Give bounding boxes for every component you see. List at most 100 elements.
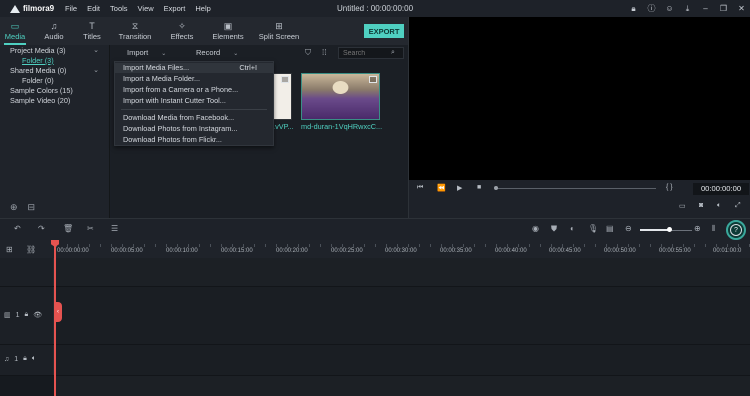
voiceover-icon[interactable]: 🎙︎ (588, 224, 598, 233)
record-dropdown[interactable]: Record ⌄ (196, 48, 238, 57)
zoom-out-icon[interactable]: ⊖ (625, 224, 632, 233)
menu-bar: File Edit Tools View Export Help (65, 4, 221, 13)
volume-icon[interactable]: 🔈︎ (717, 202, 721, 210)
menu-file[interactable]: File (65, 4, 77, 13)
cut-icon[interactable]: ✂ (87, 224, 94, 233)
menu-help[interactable]: Help (195, 4, 210, 13)
track-header-empty (0, 258, 54, 286)
add-track-icon[interactable]: ⊞ (6, 245, 13, 254)
ruler-label: 00:01:00:0 (713, 248, 742, 254)
menu-download-facebook[interactable]: Download Media from Facebook... (115, 113, 273, 123)
import-dropdown[interactable]: Import ⌄ (127, 48, 166, 57)
close-icon[interactable]: ✕ (737, 4, 746, 13)
adjust-icon[interactable]: ☰ (111, 224, 118, 233)
search-icon[interactable]: ⌕ (391, 49, 395, 57)
chevron-down-icon[interactable]: ⌄ (93, 66, 99, 76)
help-button[interactable]: ? (726, 220, 746, 240)
library-project-media[interactable]: Project Media (3) ⌄ (0, 46, 109, 56)
remove-folder-icon[interactable]: ⊟ (28, 202, 36, 213)
tab-split-screen[interactable]: ⊞ Split Screen (256, 17, 302, 45)
eye-icon[interactable]: 👁︎ (33, 311, 42, 319)
menu-export[interactable]: Export (164, 4, 186, 13)
zoom-in-icon[interactable]: ⊕ (694, 224, 701, 233)
snapshot-icon[interactable]: ◙ (699, 202, 703, 209)
fullscreen-icon[interactable]: ⤢ (735, 202, 741, 210)
redo-icon[interactable]: ↷ (38, 224, 45, 233)
search-input[interactable] (339, 49, 391, 57)
menu-import-instant-cutter[interactable]: Import with Instant Cutter Tool... (115, 96, 273, 106)
ruler-label: 00:00:45:00 (549, 248, 581, 254)
tab-elements[interactable]: ▣ Elements (200, 17, 256, 45)
previous-frame-icon[interactable]: ⏪ (437, 184, 446, 192)
search-box[interactable]: ⌕ (338, 47, 404, 59)
undo-icon[interactable]: ↶ (14, 224, 21, 233)
mark-in-out-brackets[interactable]: { } (666, 184, 673, 191)
library-item-label: Project Media (3) (10, 46, 66, 55)
ruler-label: 00:00:05:00 (111, 248, 143, 254)
chevron-down-icon[interactable]: ⌄ (93, 46, 99, 56)
play-icon[interactable]: ▶ (457, 184, 462, 192)
info-icon[interactable]: ⓘ (647, 3, 656, 14)
media-thumbnail[interactable] (301, 73, 380, 120)
maximize-icon[interactable]: ❐ (719, 4, 728, 13)
render-icon[interactable]: ◉ (532, 224, 539, 233)
minimize-icon[interactable]: – (701, 4, 710, 13)
grid-view-icon[interactable]: ⁞⁞ (322, 48, 326, 57)
user-icon[interactable]: ☺ (665, 4, 674, 13)
preview-scrubber[interactable] (496, 188, 656, 189)
audio-track-lane[interactable] (55, 345, 750, 375)
filter-icon[interactable]: ⛉ (305, 48, 311, 58)
library-sample-video[interactable]: Sample Video (20) (0, 96, 109, 106)
scrubber-handle[interactable] (494, 186, 498, 190)
step-back-icon[interactable]: ⏮ (417, 184, 423, 192)
menu-download-flickr[interactable]: Download Photos from Flickr... (115, 135, 273, 145)
menu-view[interactable]: View (138, 4, 154, 13)
playhead-handle-icon[interactable]: ‹ (54, 302, 62, 322)
lock-icon[interactable]: 🔒︎ (629, 4, 638, 14)
zoom-slider-handle[interactable] (667, 227, 672, 232)
menu-import-from-camera[interactable]: Import from a Camera or a Phone... (115, 85, 273, 95)
download-icon[interactable]: ⤓ (683, 4, 692, 14)
tab-titles-label: Titles (83, 32, 101, 41)
lock-icon[interactable]: 🔒︎ (23, 355, 27, 363)
library-folder-project[interactable]: Folder (3) (0, 56, 109, 66)
menu-import-media-files[interactable]: Import Media Files... Ctrl+I (115, 63, 273, 73)
video-track-icon: ▥ (4, 312, 11, 319)
menu-tools[interactable]: Tools (110, 4, 128, 13)
menu-import-media-folder[interactable]: Import a Media Folder... (115, 74, 273, 84)
timeline-ruler[interactable]: ⊞ ⛓ 00:00:00:00 00:00:05:00 00:00:10:00 … (0, 240, 750, 258)
ruler-label: 00:00:00:00 (57, 248, 89, 254)
library-shared-media[interactable]: Shared Media (0) ⌄ (0, 66, 109, 76)
lock-icon[interactable]: 🔒︎ (25, 311, 29, 319)
tab-transition[interactable]: ⧖ Transition (106, 17, 164, 45)
marker-icon[interactable]: ⛊ (551, 224, 557, 234)
export-button[interactable]: EXPORT (364, 24, 404, 38)
new-folder-icon[interactable]: ⊕ (10, 202, 18, 213)
timeline-tracks: ▥ 1 🔒︎ 👁︎ ♫ 1 🔒︎ 🔈︎ (0, 258, 750, 396)
delete-icon[interactable]: 🗑︎ (63, 224, 73, 233)
app-logo: filmora9 (10, 4, 65, 13)
menu-edit[interactable]: Edit (87, 4, 100, 13)
ruler-label: 00:00:20:00 (276, 248, 308, 254)
speaker-icon[interactable]: 🔈︎ (32, 355, 36, 363)
render-preview-icon[interactable]: ▭ (679, 202, 686, 210)
audio-mixer-icon[interactable]: ▤ (606, 224, 614, 233)
link-icon[interactable]: ⛓ (26, 245, 36, 254)
tab-titles[interactable]: T Titles (78, 17, 106, 45)
import-menu: Import Media Files... Ctrl+I Import a Me… (114, 61, 274, 146)
menu-download-instagram[interactable]: Download Photos from Instagram... (115, 124, 273, 134)
library-folder-shared[interactable]: Folder (0) (0, 76, 109, 86)
tab-effects[interactable]: ✧ Effects (164, 17, 200, 45)
menu-item-label: Import Media Files... (123, 63, 190, 72)
video-track-lane[interactable] (55, 287, 750, 344)
track-lane-empty[interactable] (55, 376, 750, 396)
help-icon: ? (730, 224, 742, 236)
mask-icon[interactable]: ◐ (570, 224, 575, 233)
stop-icon[interactable]: ■ (477, 184, 481, 191)
library-sample-colors[interactable]: Sample Colors (15) (0, 86, 109, 96)
timeline-settings-icon[interactable]: ⫴ (712, 224, 715, 234)
image-type-icon (281, 76, 289, 83)
track-lane-empty[interactable] (55, 258, 750, 286)
tab-audio[interactable]: ♫ Audio (30, 17, 78, 45)
tab-media[interactable]: ▭ Media (0, 17, 30, 45)
